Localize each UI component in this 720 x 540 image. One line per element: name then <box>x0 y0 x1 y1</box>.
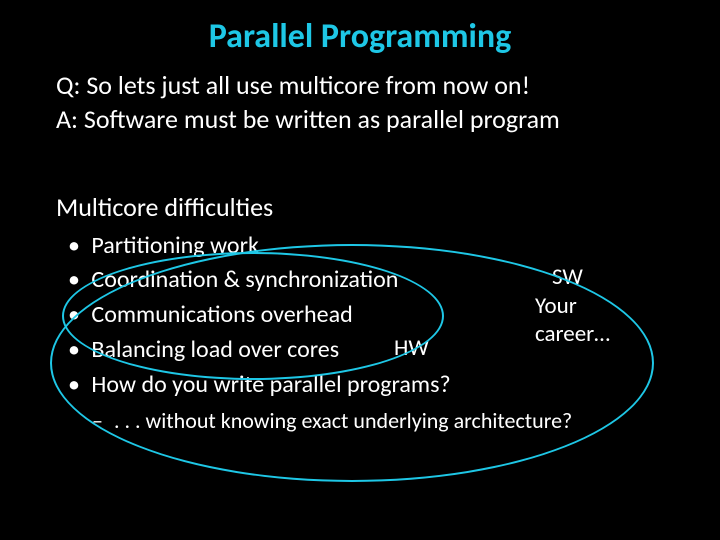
career-line1: Your <box>535 293 610 321</box>
section-heading: Multicore difficulties <box>0 137 720 223</box>
qa-block: Q: So lets just all use multicore from n… <box>0 57 720 137</box>
bullet-list: Partitioning work Coordination & synchro… <box>0 223 720 403</box>
slide-title: Parallel Programming <box>0 0 720 57</box>
bullet-item: Partitioning work <box>86 229 720 264</box>
hw-label: HW <box>394 334 429 362</box>
sub-bullet: . . . without knowing exact underlying a… <box>0 403 720 434</box>
bullet-item: Coordination & synchronization <box>86 263 720 298</box>
bullet-item: How do you write parallel programs? <box>86 368 720 403</box>
question-line: Q: So lets just all use multicore from n… <box>56 69 664 103</box>
slide: Parallel Programming Q: So lets just all… <box>0 0 720 540</box>
sw-label: SW <box>552 263 583 291</box>
bullet-item: Communications overhead <box>86 298 720 333</box>
answer-line: A: Software must be written as parallel … <box>56 103 664 137</box>
career-label: Your career… <box>535 293 610 348</box>
career-line2: career… <box>535 321 610 349</box>
